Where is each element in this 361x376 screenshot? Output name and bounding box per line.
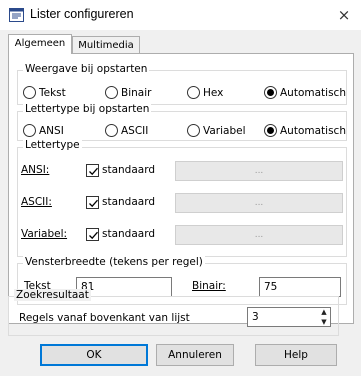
ok-button[interactable]: OK — [40, 344, 148, 366]
radio-font-ansi[interactable]: ANSI — [23, 124, 64, 137]
font-startup-group: Lettertype bij opstarten ANSI ASCII Vari… — [17, 103, 347, 141]
checkmark-icon — [89, 167, 98, 176]
tab-general[interactable]: Algemeen — [8, 34, 72, 54]
radio-display-text[interactable]: Tekst — [23, 86, 66, 99]
radio-circle — [23, 124, 36, 137]
font-ansi-select-button[interactable]: ... — [175, 161, 343, 181]
radio-font-ascii[interactable]: ASCII — [105, 124, 148, 137]
radio-label: ASCII — [121, 124, 149, 137]
dialog-body: Algemeen Multimedia Weergave bij opstart… — [0, 30, 361, 376]
cancel-button[interactable]: Annuleren — [156, 344, 234, 366]
binary-width-label: Binair: — [192, 280, 226, 292]
radio-circle — [105, 124, 118, 137]
title-bar: Lister configureren × — [0, 0, 361, 30]
search-lines-label: Regels vanaf bovenkant van lijst — [19, 312, 190, 324]
font-ansi-default-checkbox[interactable] — [86, 164, 99, 177]
radio-label: Binair — [121, 86, 152, 99]
font-ascii-select-button[interactable]: ... — [175, 193, 343, 213]
radio-circle-checked — [264, 124, 277, 137]
font-ascii-label-text: ASCII: — [21, 196, 52, 208]
help-button[interactable]: Help — [255, 344, 337, 366]
font-variable-label-text: Variabel: — [21, 228, 68, 240]
chevron-up-icon[interactable]: ▲ — [317, 307, 331, 317]
font-ansi-label-text: ANSI: — [21, 164, 50, 176]
radio-display-binary[interactable]: Binair — [105, 86, 151, 99]
radio-display-auto[interactable]: Automatisch — [264, 86, 346, 99]
font-ascii-default-checkbox[interactable] — [86, 196, 99, 209]
search-lines-spinner[interactable]: ▲ ▼ — [317, 307, 331, 327]
binary-width-label-text: Binair: — [192, 280, 226, 292]
font-group-label: Lettertype — [23, 139, 82, 151]
font-ascii-label: ASCII: — [21, 196, 52, 208]
radio-label: Automatisch — [280, 86, 346, 99]
radio-display-hex[interactable]: Hex — [187, 86, 223, 99]
close-button[interactable]: × — [327, 0, 361, 30]
radio-font-variable[interactable]: Variabel — [187, 124, 246, 137]
font-ansi-label: ANSI: — [21, 164, 49, 176]
tab-multimedia[interactable]: Multimedia — [72, 36, 140, 53]
font-variable-default-label: standaard — [102, 228, 156, 240]
radio-label: Variabel — [203, 124, 246, 137]
radio-circle — [23, 86, 36, 99]
lister-app-icon — [9, 7, 24, 22]
display-startup-group: Weergave bij opstarten Tekst Binair Hex … — [17, 63, 347, 105]
radio-circle — [187, 86, 200, 99]
radio-label: ANSI — [39, 124, 64, 137]
search-result-group: Zoekresultaat Regels vanaf bovenkant van… — [8, 289, 339, 336]
window-width-group-label: Vensterbreedte (tekens per regel) — [23, 256, 205, 268]
font-startup-group-label: Lettertype bij opstarten — [23, 103, 152, 115]
radio-label: Tekst — [39, 86, 66, 99]
radio-circle — [187, 124, 200, 137]
font-variable-label: Variabel: — [21, 228, 67, 240]
font-variable-default-checkbox[interactable] — [86, 228, 99, 241]
binary-width-input[interactable]: 75 — [259, 277, 341, 297]
general-tab-panel: Weergave bij opstarten Tekst Binair Hex … — [8, 53, 354, 324]
checkmark-icon — [89, 231, 98, 240]
display-startup-group-label: Weergave bij opstarten — [23, 63, 150, 75]
radio-font-auto[interactable]: Automatisch — [264, 124, 346, 137]
radio-circle-checked — [264, 86, 277, 99]
radio-label: Automatisch — [280, 124, 346, 137]
search-result-group-label: Zoekresultaat — [14, 289, 91, 301]
font-ansi-default-label: standaard — [102, 164, 156, 176]
font-ascii-default-label: standaard — [102, 196, 156, 208]
chevron-down-icon[interactable]: ▼ — [317, 317, 331, 327]
checkmark-icon — [89, 199, 98, 208]
radio-label: Hex — [203, 86, 224, 99]
font-group: Lettertype ANSI: standaard ... ASCII: st… — [17, 139, 347, 257]
font-variable-select-button[interactable]: ... — [175, 225, 343, 245]
radio-circle — [105, 86, 118, 99]
window-title: Lister configureren — [30, 7, 134, 21]
